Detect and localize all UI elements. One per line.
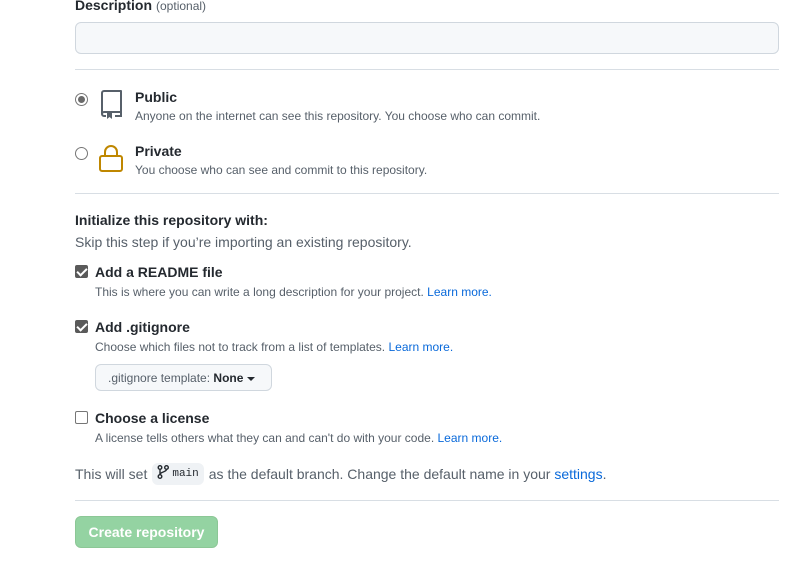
license-learn-more-link[interactable]: Learn more. [438,431,503,445]
default-branch-note: This will set main as the default branch… [75,463,606,485]
caret-down-icon [247,376,256,381]
divider [75,500,779,501]
private-title: Private [135,143,182,159]
gitignore-label[interactable]: Add .gitignore [95,319,190,335]
readme-label[interactable]: Add a README file [95,264,223,280]
divider [75,193,779,194]
branch-suffix: . [602,466,607,482]
public-subtitle: Anyone on the internet can see this repo… [135,109,541,123]
private-subtitle: You choose who can see and commit to thi… [135,163,428,177]
init-subtitle: Skip this step if you’re importing an ex… [75,234,412,250]
gitignore-template-label: .gitignore template: [108,371,211,385]
git-branch-icon [157,465,170,483]
license-description: A license tells others what they can and… [95,431,502,445]
create-repo-form: Description (optional) Public Anyone on t… [0,0,796,571]
public-radio[interactable] [75,93,88,106]
gitignore-desc-text: Choose which files not to track from a l… [95,340,386,354]
readme-checkbox[interactable] [75,265,88,278]
settings-link[interactable]: settings [554,466,602,482]
gitignore-template-select[interactable]: .gitignore template: None [95,364,272,391]
divider [75,69,779,70]
gitignore-template-value: None [213,371,244,385]
optional-note: (optional) [156,0,207,13]
private-radio[interactable] [75,147,88,160]
description-label: Description (optional) [75,0,206,13]
readme-desc-text: This is where you can write a long descr… [95,285,424,299]
license-desc-text: A license tells others what they can and… [95,431,435,445]
repo-icon [98,88,124,120]
branch-pill: main [152,463,204,485]
branch-name: main [172,468,199,480]
public-title: Public [135,89,178,105]
license-label[interactable]: Choose a license [95,410,209,426]
lock-icon [98,143,124,173]
gitignore-learn-more-link[interactable]: Learn more. [388,340,453,354]
readme-learn-more-link[interactable]: Learn more. [427,285,492,299]
init-title: Initialize this repository with: [75,212,268,228]
description-input[interactable] [75,22,779,54]
create-repository-button[interactable]: Create repository [75,516,218,548]
branch-prefix: This will set [75,466,148,482]
readme-description: This is where you can write a long descr… [95,285,492,299]
gitignore-description: Choose which files not to track from a l… [95,340,453,354]
license-checkbox[interactable] [75,411,88,424]
gitignore-checkbox[interactable] [75,320,88,333]
description-label-text: Description [75,0,153,13]
branch-middle: as the default branch. Change the defaul… [208,466,551,482]
